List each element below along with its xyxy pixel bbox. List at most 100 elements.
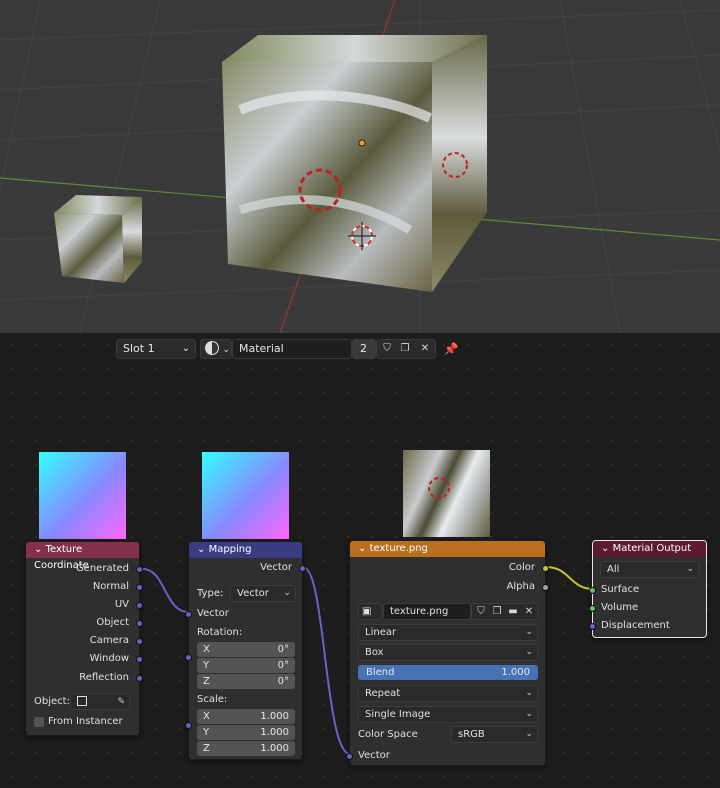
axis-value: 1.000 [260, 743, 289, 754]
rotation-y-field[interactable]: Y 0° [197, 658, 295, 673]
output-generated: Generated [75, 563, 129, 574]
texture-preview-overlay [428, 477, 450, 499]
socket-scale[interactable] [185, 722, 192, 729]
object-picker-field[interactable]: ✎ [70, 693, 130, 710]
mapping-type-value: Vector [237, 588, 269, 599]
node-material-output[interactable]: ⌄ Material Output All ⌄ Surface Volume D… [589, 540, 707, 638]
fake-user-shield-icon[interactable]: ⛉ [473, 604, 489, 620]
socket-output-color[interactable] [542, 565, 549, 572]
socket-camera[interactable] [136, 638, 143, 645]
interpolation-value: Linear [365, 627, 397, 638]
blend-value: 1.000 [501, 667, 530, 678]
chevron-down-icon: ⌄ [283, 588, 291, 598]
output-reflection: Reflection [79, 672, 129, 683]
blend-label: Blend [366, 667, 395, 678]
chevron-down-icon: ⌄ [525, 729, 533, 739]
node-texture-coordinate[interactable]: ⌄ Texture Coordinate Generated Normal UV… [25, 541, 143, 736]
socket-output-alpha[interactable] [542, 584, 549, 591]
socket-window[interactable] [136, 656, 143, 663]
blend-slider[interactable]: Blend 1.000 [358, 665, 538, 680]
output-uv: UV [114, 599, 129, 610]
type-label: Type: [197, 588, 224, 599]
collapse-chevron-icon[interactable]: ⌄ [34, 544, 42, 555]
node-mapping[interactable]: ⌄ Mapping Vector Type: Vector ⌄ Vector R… [185, 541, 306, 760]
color-space-value: sRGB [458, 729, 485, 740]
mapping-type-dropdown[interactable]: Vector ⌄ [230, 585, 296, 602]
scale-x-field[interactable]: X 1.000 [197, 709, 295, 724]
input-volume-label: Volume [601, 602, 639, 613]
rotation-z-field[interactable]: Z 0° [197, 674, 295, 689]
rotation-x-field[interactable]: X 0° [197, 642, 295, 657]
output-vector: Vector [260, 562, 292, 573]
link-color-to-surface [545, 566, 594, 590]
image-actions: ⛉ ❐ ▬ ✕ [471, 603, 538, 620]
link-mapping-to-texture [303, 567, 351, 755]
from-instancer-checkbox[interactable] [34, 717, 44, 727]
image-icon: ▣ [362, 606, 372, 617]
eyedropper-icon[interactable]: ✎ [117, 695, 125, 710]
socket-normal[interactable] [136, 584, 143, 591]
output-color: Color [508, 562, 535, 573]
socket-input-vector[interactable] [185, 611, 192, 618]
output-camera: Camera [89, 635, 129, 646]
mapping-preview [202, 452, 289, 539]
projection-value: Box [365, 647, 384, 658]
input-vector-label: Vector [358, 750, 390, 761]
output-object: Object [96, 617, 129, 628]
socket-input-vector[interactable] [346, 753, 353, 760]
scale-z-field[interactable]: Z 1.000 [197, 741, 295, 756]
image-source-dropdown[interactable]: Single Image ⌄ [358, 706, 538, 723]
chevron-down-icon: ⌄ [686, 564, 694, 574]
output-target-value: All [607, 564, 620, 575]
axis-label: X [203, 644, 210, 655]
projection-dropdown[interactable]: Box ⌄ [358, 644, 538, 661]
shader-node-editor[interactable]: Slot 1 ⌄ ⌄ Material 2 ⛉ ❐ ✕ 📌 ⌄ Texture … [0, 333, 720, 788]
node-header[interactable]: ⌄ Texture Coordinate [26, 542, 139, 571]
3d-viewport[interactable] [0, 0, 720, 333]
socket-surface[interactable] [589, 587, 596, 594]
axis-value: 1.000 [260, 711, 289, 722]
axis-label: Y [203, 660, 210, 671]
collapse-chevron-icon[interactable]: ⌄ [197, 544, 205, 555]
node-header[interactable]: ⌄ Mapping [189, 542, 302, 558]
open-folder-icon[interactable]: ▬ [505, 604, 521, 620]
axis-value: 0° [277, 676, 289, 687]
axis-label: Z [203, 676, 210, 687]
browse-image-button[interactable]: ▣ ⌄ [358, 603, 382, 631]
socket-volume[interactable] [589, 605, 596, 612]
collapse-chevron-icon[interactable]: ⌄ [358, 543, 366, 554]
axis-value: 0° [277, 644, 289, 655]
socket-displacement[interactable] [589, 623, 596, 630]
chevron-down-icon: ⌄ [525, 627, 533, 637]
collapse-chevron-icon[interactable]: ⌄ [601, 543, 609, 554]
node-title: Material Output [612, 543, 692, 554]
from-instancer-label: From Instancer [48, 716, 123, 727]
socket-generated[interactable] [136, 566, 143, 573]
image-name-field[interactable]: texture.png [383, 603, 471, 620]
socket-output-vector[interactable] [299, 565, 306, 572]
scale-y-field[interactable]: Y 1.000 [197, 725, 295, 740]
output-target-dropdown[interactable]: All ⌄ [600, 561, 699, 578]
large-cube[interactable] [222, 35, 487, 292]
socket-rotation[interactable] [185, 654, 192, 661]
interpolation-dropdown[interactable]: Linear ⌄ [358, 624, 538, 641]
axis-value: 1.000 [260, 727, 289, 738]
chevron-down-icon: ⌄ [525, 647, 533, 657]
color-space-dropdown[interactable]: sRGB ⌄ [451, 726, 538, 743]
node-image-texture[interactable]: ⌄ texture.png Color Alpha ▣ ⌄ texture.pn… [346, 540, 549, 766]
socket-object[interactable] [136, 620, 143, 627]
color-space-label: Color Space [358, 729, 418, 740]
extension-dropdown[interactable]: Repeat ⌄ [358, 685, 538, 702]
axis-label: Y [203, 727, 210, 738]
socket-uv[interactable] [136, 602, 143, 609]
small-cube[interactable] [54, 195, 142, 283]
unlink-close-icon[interactable]: ✕ [521, 604, 537, 620]
socket-reflection[interactable] [136, 675, 143, 682]
node-header[interactable]: ⌄ texture.png [350, 541, 545, 557]
output-window: Window [89, 653, 129, 664]
node-header[interactable]: ⌄ Material Output [593, 541, 706, 557]
duplicate-image-icon[interactable]: ❐ [489, 604, 505, 620]
scale-label: Scale: [197, 694, 228, 705]
rotation-label: Rotation: [197, 627, 243, 638]
link-generated-to-mapping [142, 568, 189, 613]
